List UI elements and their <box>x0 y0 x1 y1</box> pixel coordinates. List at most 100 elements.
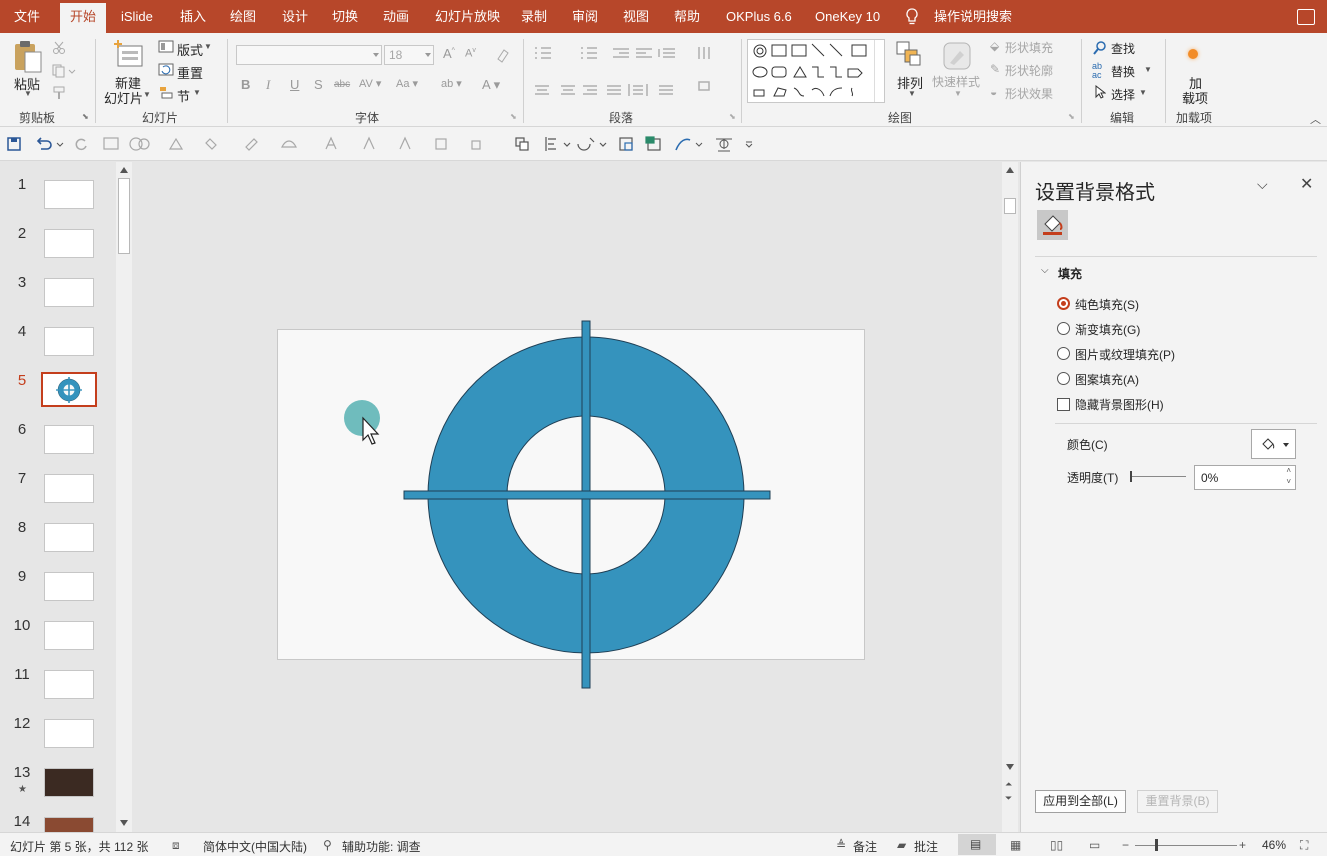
tab-help[interactable]: 帮助 <box>674 0 700 33</box>
find-button[interactable]: 查找 <box>1111 40 1135 57</box>
slide-thumbnail[interactable]: 13 ★ <box>0 764 116 812</box>
paragraph-tools-icon[interactable] <box>533 46 729 108</box>
slide-thumbnail[interactable]: 1 <box>0 176 116 224</box>
layout-dropdown-icon[interactable]: ▼ <box>204 42 212 51</box>
next-slide-icon[interactable]: ⏷ <box>1005 793 1012 804</box>
redo-icon[interactable] <box>74 137 88 151</box>
pattern-fill-radio[interactable] <box>1057 372 1070 385</box>
slide-thumbnail[interactable]: 3 <box>0 274 116 322</box>
paste-dropdown-icon[interactable]: ▼ <box>24 89 32 98</box>
tab-file[interactable]: 文件 <box>14 0 40 33</box>
shape-effects-button[interactable]: 形状效果 <box>1005 85 1053 102</box>
fill-section-header[interactable]: 填充 <box>1058 265 1082 282</box>
clear-format-icon[interactable] <box>495 47 511 63</box>
layout-icon[interactable] <box>158 40 174 53</box>
section-dropdown-icon[interactable]: ▼ <box>193 88 201 97</box>
gradient-fill-label[interactable]: 渐变填充(G) <box>1075 321 1140 338</box>
pattern-fill-label[interactable]: 图案填充(A) <box>1075 371 1139 388</box>
font-size-combo[interactable]: 18 <box>384 45 434 65</box>
reset-background-button[interactable]: 重置背景(B) <box>1137 790 1218 813</box>
transparency-input[interactable]: 0% ˄ ˅ <box>1194 465 1296 490</box>
arrange-icon[interactable] <box>896 41 922 67</box>
accessibility-status[interactable]: 辅助功能: 调查 <box>342 838 421 855</box>
save-icon[interactable] <box>7 137 21 151</box>
slideshow-icon[interactable]: ▭ <box>1089 838 1100 852</box>
addins-icon[interactable] <box>1188 49 1198 59</box>
new-slide-dropdown-icon[interactable]: ▼ <box>143 90 151 99</box>
tab-onekey[interactable]: OneKey 10 <box>815 0 880 33</box>
notes-icon[interactable]: ≜ <box>836 838 846 852</box>
accessibility-icon[interactable]: ⚲ <box>323 838 332 852</box>
grow-font-icon[interactable]: A^ <box>443 46 455 61</box>
notes-button[interactable]: 备注 <box>853 838 877 855</box>
tab-animations[interactable]: 动画 <box>383 0 409 33</box>
color-picker-button[interactable] <box>1251 429 1296 459</box>
spin-up-icon[interactable]: ˄ <box>1286 466 1291 475</box>
shape-fill-icon[interactable]: ⬙ <box>990 39 999 53</box>
tab-draw[interactable]: 绘图 <box>230 0 256 33</box>
layout-button[interactable]: 版式 <box>177 40 203 59</box>
new-slide-icon[interactable] <box>112 40 144 70</box>
slide-thumbnail[interactable]: 8 <box>0 519 116 567</box>
select-cursor-icon[interactable] <box>1094 85 1106 99</box>
zoom-out-icon[interactable]: − <box>1122 838 1129 852</box>
text-shadow-icon[interactable]: S <box>314 77 323 92</box>
slide-thumbnail[interactable]: 9 <box>0 568 116 616</box>
solid-fill-label[interactable]: 纯色填充(S) <box>1075 296 1139 313</box>
undo-icon[interactable] <box>35 137 65 151</box>
slide-thumbnail[interactable]: 12 <box>0 715 116 763</box>
normal-view-button[interactable]: ▤ <box>958 834 996 855</box>
slide-thumbnail[interactable]: 11 <box>0 666 116 714</box>
select-button[interactable]: 选择 <box>1111 86 1135 103</box>
reading-view-icon[interactable]: ▯▯ <box>1050 838 1063 852</box>
zoom-in-icon[interactable]: + <box>1239 838 1246 852</box>
thumbnail-scrollbar[interactable] <box>116 162 132 832</box>
strikethrough-icon[interactable]: abc <box>334 79 350 90</box>
slide-thumbnail[interactable]: 6 <box>0 421 116 469</box>
pane-options-chevron-icon[interactable]: ⌵ <box>1257 176 1268 193</box>
transparency-slider[interactable] <box>1131 476 1186 477</box>
tab-view[interactable]: 视图 <box>623 0 649 33</box>
arrange-dropdown-icon[interactable]: ▼ <box>908 89 916 98</box>
zoom-level[interactable]: 46% <box>1262 838 1286 852</box>
tab-slideshow[interactable]: 幻灯片放映 <box>435 0 500 33</box>
cut-icon[interactable] <box>52 41 66 55</box>
quick-styles-button[interactable]: 快速样式 <box>932 73 980 90</box>
slide-thumbnail[interactable]: 4 <box>0 323 116 371</box>
comments-button[interactable]: 批注 <box>914 838 938 855</box>
shape-outline-button[interactable]: 形状轮廓 <box>1005 62 1053 79</box>
section-button[interactable]: 节 <box>177 86 190 105</box>
spell-check-icon[interactable]: ⧈ <box>172 838 180 853</box>
qat-tools-icons[interactable] <box>100 135 760 153</box>
replace-button[interactable]: 替换 <box>1111 63 1135 80</box>
fit-to-window-icon[interactable]: ⛶ <box>1300 838 1308 853</box>
quick-styles-icon[interactable] <box>942 41 972 71</box>
apply-to-all-button[interactable]: 应用到全部(L) <box>1035 790 1126 813</box>
gradient-fill-radio[interactable] <box>1057 322 1070 335</box>
slide-thumbnail[interactable]: 7 <box>0 470 116 518</box>
previous-slide-icon[interactable]: ⏶ <box>1005 779 1012 790</box>
hide-background-checkbox[interactable] <box>1057 398 1070 411</box>
tab-okplus[interactable]: OKPlus 6.6 <box>726 0 792 33</box>
canvas-scrollbar[interactable]: ⏶ ⏷ <box>1002 162 1018 832</box>
comments-status-icon[interactable]: ▰ <box>897 838 906 852</box>
shape-effects-icon[interactable]: ◒ <box>990 85 997 99</box>
font-color-icon[interactable]: A ▾ <box>482 77 500 93</box>
slide-thumbnail-selected[interactable]: 5 <box>0 372 116 420</box>
replace-dropdown-icon[interactable]: ▼ <box>1144 65 1152 74</box>
tell-me-search[interactable]: 操作说明搜索 <box>934 0 1012 33</box>
section-icon[interactable] <box>158 86 174 99</box>
comments-icon[interactable] <box>1297 9 1315 25</box>
fill-tab[interactable] <box>1037 210 1068 240</box>
tab-islide[interactable]: iSlide <box>121 0 153 33</box>
font-launcher-icon[interactable]: ⬊ <box>510 112 517 121</box>
picture-fill-label[interactable]: 图片或纹理填充(P) <box>1075 346 1175 363</box>
scroll-up-icon[interactable] <box>1006 167 1014 173</box>
scroll-thumb[interactable] <box>118 178 130 254</box>
select-dropdown-icon[interactable]: ▼ <box>1139 88 1147 97</box>
paste-icon[interactable] <box>12 40 44 74</box>
italic-icon[interactable]: I <box>266 77 270 93</box>
tab-design[interactable]: 设计 <box>282 0 308 33</box>
tab-review[interactable]: 审阅 <box>572 0 598 33</box>
bold-icon[interactable]: B <box>241 77 250 92</box>
